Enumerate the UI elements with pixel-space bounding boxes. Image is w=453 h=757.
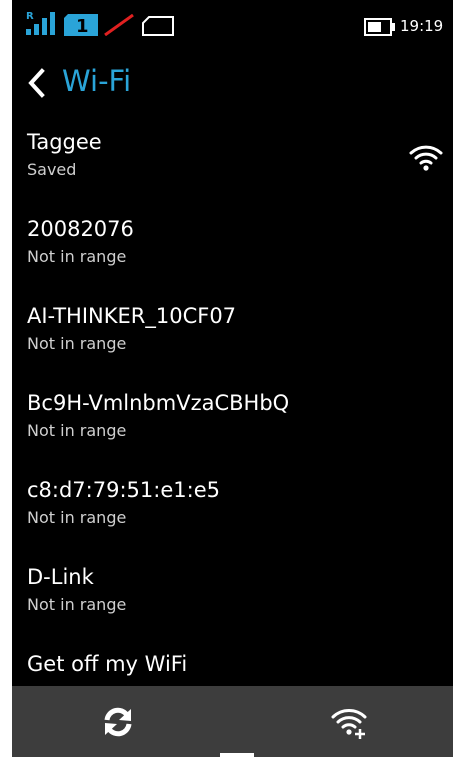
signal-strength-icon: R: [26, 11, 55, 35]
network-name: Get off my WiFi: [27, 652, 188, 676]
network-name: AI-THINKER_10CF07: [27, 304, 237, 328]
no-data-icon: [104, 14, 134, 36]
chevron-left-icon[interactable]: [26, 68, 48, 98]
network-name: c8:d7:79:51:e1:e5: [27, 478, 220, 502]
network-status: Not in range: [27, 247, 127, 266]
sim-card-icon: 1: [64, 14, 98, 36]
bottom-toolbar: [12, 686, 453, 757]
network-item[interactable]: Taggee Saved: [12, 124, 453, 211]
network-status: Saved: [27, 160, 77, 179]
wifi-full-icon: [409, 145, 443, 171]
refresh-icon: [104, 707, 132, 737]
refresh-button[interactable]: [90, 700, 146, 744]
navigation-indicator: [220, 753, 254, 757]
network-item[interactable]: c8:d7:79:51:e1:e5 Not in range: [12, 472, 453, 559]
mobile-data-icon: [142, 16, 174, 36]
network-status: Not in range: [27, 595, 127, 614]
network-name: 20082076: [27, 217, 134, 241]
network-name: D-Link: [27, 565, 94, 589]
add-wifi-icon: [331, 709, 367, 739]
network-list: Taggee Saved 20082076 Not in range AI-TH…: [12, 124, 453, 733]
sim-slot-number: 1: [76, 16, 89, 36]
status-time: 19:19: [400, 17, 444, 35]
network-status: Not in range: [27, 421, 127, 440]
phone-screen: R 1 19:19 Wi-Fi Taggee Saved 20082076 No…: [12, 0, 453, 757]
status-bar: R 1 19:19: [12, 0, 453, 40]
network-indicator: R: [26, 11, 34, 22]
network-status: Not in range: [27, 508, 127, 527]
network-item[interactable]: 20082076 Not in range: [12, 211, 453, 298]
network-status: Not in range: [27, 334, 127, 353]
network-name: Taggee: [27, 130, 102, 154]
network-item[interactable]: AI-THINKER_10CF07 Not in range: [12, 298, 453, 385]
network-name: Bc9H-VmlnbmVzaCBHbQ: [27, 391, 290, 415]
add-network-button[interactable]: [322, 700, 378, 744]
battery-icon: [364, 18, 395, 36]
page-title: Wi-Fi: [62, 64, 132, 98]
network-item[interactable]: Bc9H-VmlnbmVzaCBHbQ Not in range: [12, 385, 453, 472]
network-item[interactable]: D-Link Not in range: [12, 559, 453, 646]
header: Wi-Fi: [12, 58, 453, 106]
